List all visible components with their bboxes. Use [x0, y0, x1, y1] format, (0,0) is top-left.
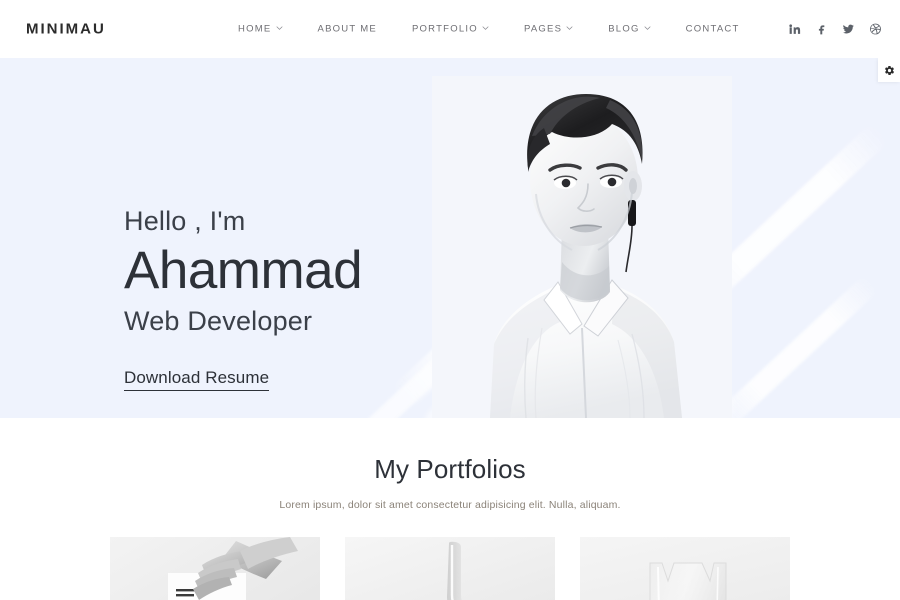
download-resume-link[interactable]: Download Resume — [124, 368, 270, 392]
nav-item-pages[interactable]: PAGES — [524, 24, 573, 35]
nav-item-label: PAGES — [523, 23, 563, 35]
nav-item-home[interactable]: HOME — [238, 24, 283, 35]
chevron-down-icon — [566, 25, 573, 32]
nav-item-label: BLOG — [608, 23, 640, 35]
hero-name: Ahammad — [124, 240, 363, 300]
linkedin-icon[interactable] — [788, 23, 801, 36]
social-links — [788, 23, 882, 36]
hero-portrait-image — [432, 76, 732, 418]
nav-item-contact[interactable]: CONTACT — [686, 24, 740, 35]
site-header: MINIMAU HOME ABOUT ME PORTFOLIO PAGES BL… — [0, 0, 900, 58]
portfolio-card[interactable] — [580, 537, 790, 600]
portfolio-grid — [0, 537, 900, 600]
page-title: My Portfolios — [374, 454, 526, 484]
twitter-icon[interactable] — [842, 23, 855, 36]
portfolio-section: My Portfolios Lorem ipsum, dolor sit ame… — [0, 418, 900, 600]
facebook-icon[interactable] — [815, 23, 828, 36]
nav-item-label: CONTACT — [685, 23, 740, 35]
portfolio-card[interactable] — [345, 537, 555, 600]
chevron-down-icon — [644, 25, 651, 32]
settings-toggle-button[interactable] — [878, 58, 900, 82]
site-logo[interactable]: MINIMAU — [26, 21, 106, 38]
hero-role: Web Developer — [124, 306, 313, 337]
nav-item-label: ABOUT ME — [317, 23, 377, 35]
nav-item-label: PORTFOLIO — [411, 23, 478, 35]
nav-item-about-me[interactable]: ABOUT ME — [318, 24, 377, 35]
hero-greeting: Hello , I'm — [124, 206, 246, 236]
main-navigation: HOME ABOUT ME PORTFOLIO PAGES BLOG CONTA… — [238, 24, 740, 35]
dribbble-icon[interactable] — [869, 23, 882, 36]
section-subtitle: Lorem ipsum, dolor sit amet consectetur … — [279, 499, 621, 511]
portfolio-card[interactable] — [110, 537, 320, 600]
hero-section: Hello , I'm Ahammad Web Developer Downlo… — [0, 58, 900, 418]
nav-item-blog[interactable]: BLOG — [608, 23, 651, 35]
decorative-stripe — [710, 274, 880, 418]
chevron-down-icon — [482, 25, 489, 32]
hero-copy: Hello , I'm Ahammad Web Developer Downlo… — [124, 206, 363, 392]
nav-item-portfolio[interactable]: PORTFOLIO — [412, 24, 489, 35]
gear-icon — [884, 65, 895, 76]
chevron-down-icon — [275, 25, 283, 32]
nav-item-label: HOME — [238, 23, 272, 35]
